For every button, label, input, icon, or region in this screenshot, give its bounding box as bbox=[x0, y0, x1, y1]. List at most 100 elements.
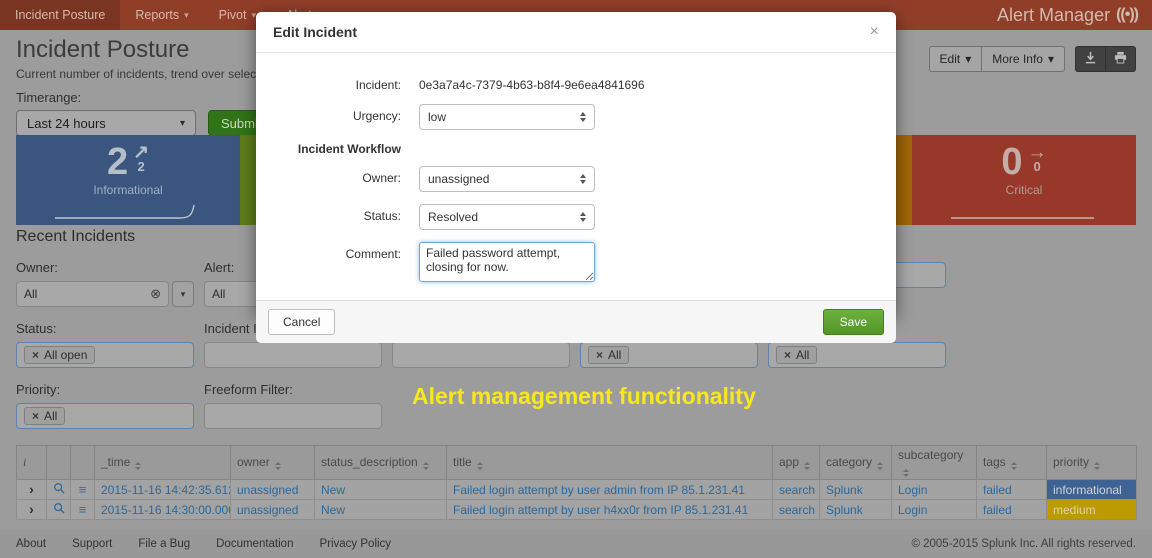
col-header-status[interactable]: status_description bbox=[315, 446, 447, 480]
status-select[interactable]: Resolved bbox=[419, 204, 595, 230]
export-button[interactable] bbox=[1075, 46, 1105, 72]
timerange-select[interactable]: Last 24 hours ▾ bbox=[16, 110, 196, 136]
nav-item-incident-posture[interactable]: Incident Posture bbox=[0, 0, 120, 30]
col-header-title[interactable]: title bbox=[447, 446, 773, 480]
filter-chip[interactable]: × All bbox=[776, 346, 817, 364]
details-list-icon[interactable]: ≡ bbox=[79, 482, 87, 497]
filter-chip[interactable]: × All bbox=[24, 407, 65, 425]
comment-textarea[interactable]: Failed password attempt, closing for now… bbox=[419, 242, 595, 282]
sort-icon bbox=[275, 462, 281, 470]
urgency-multiselect[interactable]: × All bbox=[768, 342, 946, 368]
col-header-category[interactable]: category bbox=[820, 446, 892, 480]
remove-icon[interactable]: × bbox=[32, 409, 39, 423]
footer-link-documentation[interactable]: Documentation bbox=[216, 538, 293, 550]
footer-link-support[interactable]: Support bbox=[72, 538, 112, 550]
sparkline bbox=[53, 203, 203, 221]
priority-multiselect[interactable]: × All bbox=[16, 403, 194, 429]
filter-chip[interactable]: × All open bbox=[24, 346, 95, 364]
print-button[interactable] bbox=[1105, 46, 1136, 72]
chevron-down-icon: ▾ bbox=[181, 289, 186, 300]
cancel-button[interactable]: Cancel bbox=[268, 309, 335, 335]
cell-title[interactable]: Failed login attempt by user admin from … bbox=[453, 483, 745, 497]
owner-select-value: unassigned bbox=[428, 172, 489, 186]
edit-button[interactable]: Edit ▾ bbox=[929, 46, 982, 72]
cell-time[interactable]: 2015-11-16 14:42:35.612 bbox=[101, 483, 231, 497]
col-header-subcategory[interactable]: subcategory bbox=[892, 446, 977, 480]
brand-label: Alert Manager bbox=[997, 5, 1110, 26]
col-header-time[interactable]: _time bbox=[95, 446, 231, 480]
incident-label: Incident: bbox=[276, 73, 401, 92]
footer-link-file-a-bug[interactable]: File a Bug bbox=[138, 538, 190, 550]
select-arrows-icon bbox=[580, 174, 586, 184]
col-header-tags[interactable]: tags bbox=[977, 446, 1047, 480]
tile-critical[interactable]: 0 → 0 Critical bbox=[912, 135, 1136, 225]
close-icon[interactable]: × bbox=[870, 25, 879, 39]
col-header-index[interactable]: i bbox=[17, 446, 47, 480]
chevron-down-icon: ▾ bbox=[1048, 52, 1054, 66]
expand-row-icon[interactable]: › bbox=[29, 501, 34, 517]
chevron-down-icon: ▾ bbox=[965, 52, 971, 66]
filter-priority: Priority: × All bbox=[16, 382, 194, 429]
col-header-app[interactable]: app bbox=[773, 446, 820, 480]
cell-subcategory[interactable]: Login bbox=[898, 483, 927, 497]
owner-dropdown-button[interactable]: ▾ bbox=[172, 281, 194, 307]
table-row: › ≡ 2015-11-16 14:30:00.000 unassigned N… bbox=[17, 500, 1137, 520]
impact-multiselect[interactable]: × All bbox=[580, 342, 758, 368]
modal-footer: Cancel Save bbox=[256, 300, 896, 343]
cell-app[interactable]: search bbox=[779, 483, 815, 497]
trend-flat-icon: → bbox=[1028, 145, 1047, 160]
cell-title[interactable]: Failed login attempt by user h4xx0r from… bbox=[453, 503, 748, 517]
table-header-row: i _time owner status_description title a… bbox=[17, 446, 1137, 480]
cell-category[interactable]: Splunk bbox=[826, 483, 863, 497]
cell-time[interactable]: 2015-11-16 14:30:00.000 bbox=[101, 503, 231, 517]
footer-link-about[interactable]: About bbox=[16, 538, 46, 550]
radio-wave-icon: ((•)) bbox=[1116, 6, 1138, 24]
cell-status[interactable]: New bbox=[321, 483, 345, 497]
save-button[interactable]: Save bbox=[823, 309, 884, 335]
freeform-filter-input[interactable] bbox=[204, 403, 382, 429]
urgency-select[interactable]: low bbox=[419, 104, 595, 130]
chip-label: All bbox=[608, 348, 621, 362]
cell-priority: informational bbox=[1047, 480, 1137, 500]
clear-icon[interactable]: ⊗ bbox=[150, 286, 161, 302]
nav-item-reports[interactable]: Reports ▾ bbox=[120, 0, 203, 30]
footer-link-privacy-policy[interactable]: Privacy Policy bbox=[319, 538, 391, 550]
footer-bar: About Support File a Bug Documentation P… bbox=[0, 530, 1152, 558]
cell-category[interactable]: Splunk bbox=[826, 503, 863, 517]
cell-subcategory[interactable]: Login bbox=[898, 503, 927, 517]
remove-icon[interactable]: × bbox=[784, 348, 791, 362]
cell-owner[interactable]: unassigned bbox=[237, 503, 298, 517]
app-brand: Alert Manager ((•)) bbox=[997, 0, 1152, 30]
trend-value: 2 bbox=[137, 160, 144, 173]
search-icon[interactable] bbox=[53, 502, 65, 514]
filter-label: Priority: bbox=[16, 382, 194, 397]
cell-tags[interactable]: failed bbox=[983, 483, 1012, 497]
cell-priority: medium bbox=[1047, 500, 1137, 520]
status-multiselect[interactable]: × All open bbox=[16, 342, 194, 368]
cell-status[interactable]: New bbox=[321, 503, 345, 517]
sort-icon bbox=[903, 469, 909, 477]
cell-owner[interactable]: unassigned bbox=[237, 483, 298, 497]
search-icon[interactable] bbox=[53, 482, 65, 494]
urgency-label: Urgency: bbox=[276, 104, 401, 123]
remove-icon[interactable]: × bbox=[596, 348, 603, 362]
details-list-icon[interactable]: ≡ bbox=[79, 502, 87, 517]
expand-row-icon[interactable]: › bbox=[29, 481, 34, 497]
owner-select[interactable]: unassigned bbox=[419, 166, 595, 192]
owner-filter-combo[interactable]: All ⊗ bbox=[16, 281, 169, 307]
incident-id-input[interactable] bbox=[204, 342, 382, 368]
more-info-button[interactable]: More Info ▾ bbox=[981, 46, 1065, 72]
title-input[interactable] bbox=[392, 342, 570, 368]
cell-tags[interactable]: failed bbox=[983, 503, 1012, 517]
remove-icon[interactable]: × bbox=[32, 348, 39, 362]
col-header-owner[interactable]: owner bbox=[231, 446, 315, 480]
nav-item-label: Reports bbox=[135, 8, 179, 22]
status-label: Status: bbox=[276, 204, 401, 223]
select-arrows-icon bbox=[580, 112, 586, 122]
more-info-button-label: More Info bbox=[992, 52, 1043, 66]
urgency-select-value: low bbox=[428, 110, 446, 124]
col-header-priority[interactable]: priority bbox=[1047, 446, 1137, 480]
tile-informational[interactable]: 2 ↗ 2 Informational bbox=[16, 135, 240, 225]
filter-chip[interactable]: × All bbox=[588, 346, 629, 364]
cell-app[interactable]: search bbox=[779, 503, 815, 517]
